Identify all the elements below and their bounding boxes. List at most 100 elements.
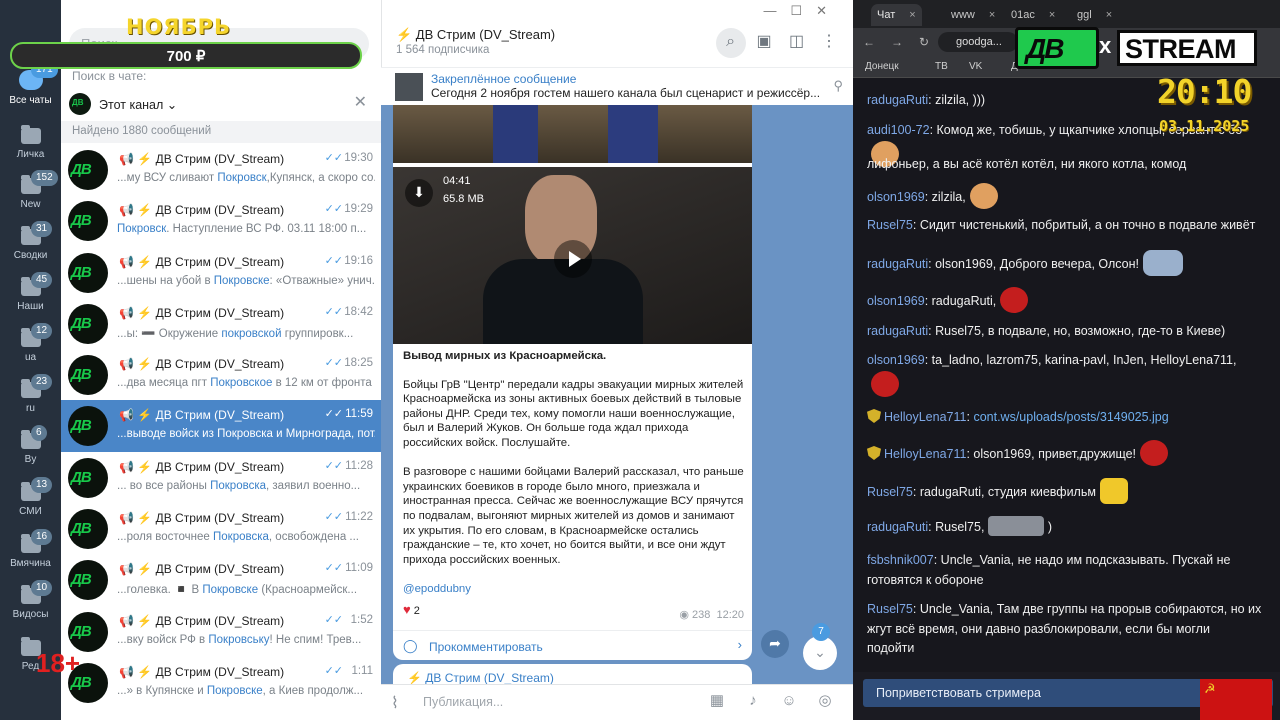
chat-username[interactable]: audi100-72 <box>867 123 930 137</box>
emoji-icon[interactable]: ☺ <box>771 692 807 709</box>
chat-username[interactable]: HelloyLena711 <box>884 410 966 424</box>
double-check-icon: ✓✓ <box>324 664 343 677</box>
folder-sidebar: 171 Все чаты Личка 152 New 31 Сводки 45 Наши 12 ua… <box>0 0 61 720</box>
post-video[interactable]: ⬇ 04:41 65.8 MB <box>393 167 752 344</box>
browser-tab[interactable]: 01ac × <box>1005 4 1061 26</box>
chat-username[interactable]: Rusel75 <box>867 485 913 499</box>
bookmark-item[interactable]: VK <box>969 61 982 72</box>
megaphone-icon: 📢 <box>119 203 134 218</box>
chat-text: готовятся к обороне <box>867 573 984 587</box>
search-icon[interactable]: ⌕ <box>715 28 746 58</box>
post-text: Вывод мирных из Красноармейска. Бойцы Гр… <box>403 349 745 597</box>
chat-row[interactable]: ДВ 📢 ⚡ ДВ Стрим (DV_Stream) ✓✓ 11:09 ...голе… <box>61 554 381 605</box>
pinned-message[interactable]: Закреплённое сообщение Сегодня 2 ноября … <box>381 67 853 105</box>
bell-icon[interactable]: ♪ <box>735 692 771 709</box>
close-icon[interactable]: × <box>1049 9 1055 21</box>
folder-item[interactable]: 16 Вмячина <box>0 529 61 569</box>
calendar-icon[interactable]: ▦ <box>699 691 735 709</box>
folder-item[interactable]: 152 New <box>0 170 61 210</box>
reaction-heart[interactable]: ♥ 2 <box>403 602 420 617</box>
comment-button[interactable]: ◯ Прокомментировать › <box>393 630 752 660</box>
bookmark-item[interactable]: Донецк <box>865 61 899 72</box>
preview-text: . Наступление ВС РФ. 03.11 18:00 п... <box>166 223 367 236</box>
folder-item[interactable]: 10 Видосы <box>0 580 61 620</box>
chat-row[interactable]: ДВ 📢 ⚡ ДВ Стрим (DV_Stream) ✓✓ 18:25 ...два … <box>61 349 381 400</box>
chat-username[interactable]: fsbshnik007 <box>867 553 934 567</box>
sidebar-toggle-icon[interactable]: ◫ <box>783 31 811 51</box>
chat-row[interactable]: ДВ 📢 ⚡ ДВ Стрим (DV_Stream) ✓✓ 19:29 Покровс… <box>61 195 381 246</box>
chat-name-text: ⚡ ДВ Стрим (DV_Stream) <box>137 459 285 474</box>
folder-item[interactable]: 23 ru <box>0 374 61 414</box>
pin-list-icon[interactable]: ⚲ <box>833 78 843 94</box>
chat-row[interactable]: ДВ 📢 ⚡ ДВ Стрим (DV_Stream) ✓✓ 11:22 ...роля… <box>61 503 381 554</box>
megaphone-icon: 📢 <box>119 511 134 526</box>
window-controls[interactable]: —☐✕ <box>763 3 841 19</box>
chat-username[interactable]: radugaRuti <box>867 93 928 107</box>
chat-username[interactable]: Rusel75 <box>867 218 913 232</box>
badge-icon <box>867 446 881 460</box>
chat-text: : zilzila, <box>924 190 966 204</box>
composer-input[interactable]: Публикация... <box>423 695 503 709</box>
chat-name: 📢 ⚡ ДВ Стрим (DV_Stream) <box>119 614 284 628</box>
scroll-down-button[interactable]: ⌄ 7 <box>803 623 837 670</box>
chat-row[interactable]: ДВ 📢 ⚡ ДВ Стрим (DV_Stream) ✓✓ 1:11...» в К… <box>61 657 381 708</box>
forward-icon[interactable]: ➦ <box>761 630 789 658</box>
address-bar[interactable]: goodga... <box>938 32 1018 52</box>
preview-text: ...ы: ➖ Окружение <box>117 327 222 340</box>
channel-title[interactable]: ⚡ ДВ Стрим (DV_Stream) <box>396 27 555 43</box>
folder-item[interactable]: Личка <box>0 125 61 160</box>
more-icon[interactable]: ⋮ <box>815 31 843 51</box>
preview-highlight: Покровську <box>208 633 270 646</box>
close-icon[interactable]: × <box>989 9 995 21</box>
chat-row[interactable]: ДВ 📢 ⚡ ДВ Стрим (DV_Stream) ✓✓ 11:28 ... во … <box>61 452 381 503</box>
chat-preview: ...» в Купянске и Покровске, а Киев прод… <box>117 685 375 697</box>
chat-message: radugaRuti: Rusel75, ) <box>867 516 1267 538</box>
chat-name-text: ⚡ ДВ Стрим (DV_Stream) <box>137 203 285 218</box>
attach-icon[interactable]: ⌇ <box>391 693 399 713</box>
browser-tab[interactable]: ggl × <box>1071 4 1118 26</box>
chat-username[interactable]: olson1969 <box>867 294 925 308</box>
chat-username[interactable]: radugaRuti <box>867 257 928 271</box>
bookmark-item[interactable]: ТВ <box>935 61 948 72</box>
live-icon[interactable]: ▣ <box>750 31 778 51</box>
download-icon[interactable]: ⬇ <box>405 179 433 207</box>
chat-row[interactable]: ДВ 📢 ⚡ ДВ Стрим (DV_Stream) ✓✓ 19:16 ...шены… <box>61 247 381 298</box>
folder-item[interactable]: 13 СМИ <box>0 477 61 517</box>
folder-item[interactable]: 12 ua <box>0 323 61 363</box>
chat-username[interactable]: radugaRuti <box>867 324 928 338</box>
post-photo[interactable] <box>393 105 752 163</box>
browser-tab[interactable]: www × <box>945 4 1001 26</box>
nav-buttons[interactable]: ←→↻ <box>863 35 945 49</box>
channel-avatar: ДВ <box>68 457 108 498</box>
folder-item[interactable]: 31 Сводки <box>0 221 61 261</box>
chat-username[interactable]: Rusel75 <box>867 602 913 616</box>
chat-row[interactable]: ДВ 📢 ⚡ ДВ Стрим (DV_Stream) ✓✓ 1:52 ...вку в… <box>61 606 381 657</box>
megaphone-icon: 📢 <box>119 408 134 423</box>
chat-username[interactable]: radugaRuti <box>867 520 928 534</box>
chat-link[interactable]: cont.ws/uploads/posts/3149025.jpg <box>973 410 1168 424</box>
folder-item[interactable]: 6 By <box>0 425 61 465</box>
logo-dv-text: ДВ <box>1026 33 1064 64</box>
close-icon[interactable]: ✕ <box>354 92 367 112</box>
chat-username[interactable]: olson1969 <box>867 353 925 367</box>
megaphone-icon: 📢 <box>119 613 134 628</box>
camera-icon[interactable]: ◎ <box>807 691 843 709</box>
chat-username[interactable]: HelloyLena711 <box>884 447 966 461</box>
post-author-link[interactable]: @epoddubny <box>403 582 745 597</box>
chat-row[interactable]: ДВ 📢 ⚡ ДВ Стрим (DV_Stream) ✓✓ 11:59 ...выво… <box>61 400 381 452</box>
play-icon[interactable] <box>554 240 592 278</box>
chat-row[interactable]: ДВ 📢 ⚡ ДВ Стрим (DV_Stream) ✓✓ 18:42 ...ы: ➖… <box>61 298 381 349</box>
chat-username[interactable]: olson1969 <box>867 190 925 204</box>
close-icon[interactable]: × <box>909 9 915 21</box>
folder-item[interactable]: 45 Наши <box>0 272 61 312</box>
chat-text: подойти <box>867 641 915 655</box>
megaphone-icon: 📢 <box>119 562 134 577</box>
close-icon[interactable]: × <box>1106 9 1112 21</box>
emote-icon <box>1143 250 1184 276</box>
chat-row[interactable]: ДВ 📢 ⚡ ДВ Стрим (DV_Stream) ✓✓ 19:30 ...му В… <box>61 144 381 195</box>
chat-preview: ...ы: ➖ Окружение покровской группировк.… <box>117 326 375 340</box>
folder-item[interactable]: 171 Все чаты <box>0 62 61 106</box>
search-scope-selector[interactable]: Этот канал ⌄ ✕ <box>69 92 369 116</box>
chat-preview: ...шены на убой в Покровске: «Отважные» … <box>117 275 375 287</box>
browser-tab[interactable]: Чат × <box>871 4 922 26</box>
